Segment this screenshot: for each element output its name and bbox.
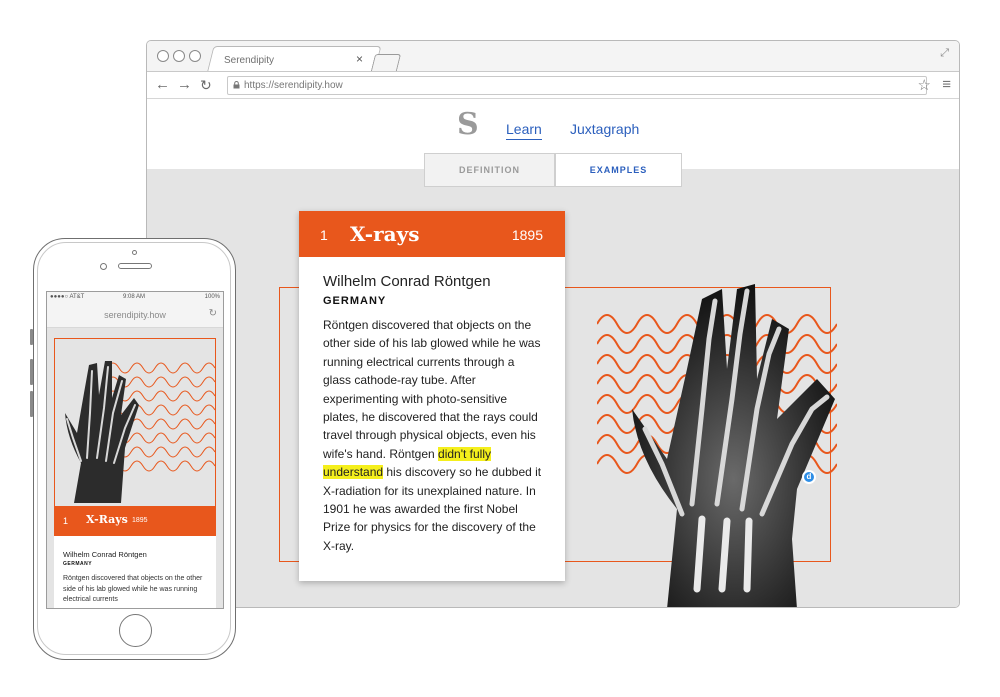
- fullscreen-icon[interactable]: ⤢: [940, 47, 949, 60]
- scientist-country: GERMANY: [323, 295, 387, 307]
- volume-down-button: [30, 391, 33, 417]
- lock-icon: [233, 81, 240, 89]
- reload-icon[interactable]: ↻: [200, 76, 212, 94]
- mobile-card-number: 1: [63, 516, 69, 526]
- mobile-card-header: 1 X-Rays 1895: [54, 506, 216, 536]
- mobile-scientist-country: GERMANY: [63, 561, 93, 567]
- mobile-card-year: 1895: [132, 517, 148, 524]
- tab-definition[interactable]: DEFINITION: [424, 153, 555, 187]
- volume-up-button: [30, 359, 33, 385]
- card-number: 1: [320, 227, 328, 243]
- close-window-button[interactable]: [157, 50, 169, 62]
- site-logo[interactable]: S: [457, 107, 479, 142]
- tab-close-icon[interactable]: ×: [356, 52, 363, 66]
- home-button[interactable]: [119, 614, 152, 647]
- xray-hand-image: [632, 284, 835, 607]
- status-bar: ●●●●○ AT&T 9:08 AM 100%: [47, 292, 223, 302]
- scene: Serendipity × ⤢ ← → ↻ https://serendipit…: [0, 0, 1000, 697]
- menu-icon[interactable]: ≡: [942, 76, 951, 93]
- minimize-window-button[interactable]: [173, 50, 185, 62]
- carrier-signal: ●●●●○ AT&T: [50, 294, 85, 300]
- mute-switch: [30, 329, 33, 345]
- browser-toolbar: ← → ↻ https://serendipity.how ☆ ≡: [147, 71, 959, 99]
- desktop-browser-window: Serendipity × ⤢ ← → ↻ https://serendipit…: [146, 40, 960, 608]
- bookmark-star-icon[interactable]: ☆: [918, 76, 931, 94]
- scientist-name: Wilhelm Conrad Röntgen: [323, 273, 491, 290]
- nav-learn-link[interactable]: Learn: [506, 121, 542, 140]
- phone-screen: ●●●●○ AT&T 9:08 AM 100% serendipity.how …: [46, 291, 224, 609]
- tab-title: Serendipity: [224, 55, 275, 66]
- card-header: 1 X-rays 1895: [299, 211, 565, 257]
- earpiece-speaker: [118, 263, 152, 269]
- annotation-badge-icon[interactable]: d: [802, 470, 816, 484]
- title-bar: Serendipity × ⤢: [147, 41, 959, 72]
- card-year: 1895: [511, 227, 543, 243]
- mobile-content: 1 X-Rays 1895 Wilhelm Conrad Röntgen GER…: [47, 328, 223, 608]
- battery-level: 100%: [204, 294, 220, 300]
- status-time: 9:08 AM: [123, 294, 146, 300]
- zoom-window-button[interactable]: [189, 50, 201, 62]
- main-content: DEFINITION EXAMPLES 1 X-rays 1895 Wilhel…: [147, 153, 959, 607]
- description-text: Röntgen discovered that objects on the o…: [323, 318, 541, 461]
- nav-juxtagraph-link[interactable]: Juxtagraph: [570, 121, 639, 137]
- forward-arrow-icon[interactable]: →: [177, 76, 192, 94]
- mobile-phone: ●●●●○ AT&T 9:08 AM 100% serendipity.how …: [30, 238, 236, 660]
- url-text: https://serendipity.how: [244, 80, 343, 91]
- tab-examples[interactable]: EXAMPLES: [555, 153, 682, 187]
- mobile-reload-icon[interactable]: ↻: [209, 308, 217, 319]
- card-description: Röntgen discovered that objects on the o…: [323, 316, 545, 555]
- mobile-url: serendipity.how: [104, 310, 166, 320]
- front-camera: [100, 263, 107, 270]
- mobile-xray-hand-image: [65, 361, 139, 503]
- address-bar[interactable]: https://serendipity.how: [227, 76, 927, 95]
- phone-sensor: [132, 250, 137, 255]
- mobile-card-description: Röntgen discovered that objects on the o…: [63, 575, 203, 603]
- mobile-card-title: X-Rays: [86, 513, 128, 526]
- card-title: X-rays: [350, 222, 420, 246]
- mobile-example-card: Wilhelm Conrad Röntgen GERMANY Röntgen d…: [54, 536, 216, 608]
- new-tab-button[interactable]: [370, 54, 402, 71]
- example-card: 1 X-rays 1895 Wilhelm Conrad Röntgen GER…: [299, 211, 565, 581]
- back-arrow-icon[interactable]: ←: [155, 76, 170, 94]
- mobile-address-bar[interactable]: serendipity.how ↻: [47, 302, 223, 328]
- mobile-scientist-name: Wilhelm Conrad Röntgen: [63, 550, 147, 559]
